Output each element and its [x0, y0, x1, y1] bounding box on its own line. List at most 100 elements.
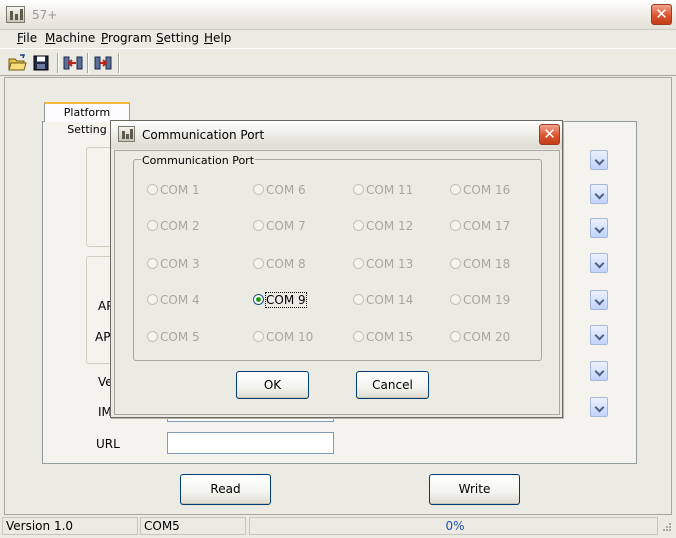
port-radio-com8[interactable]: COM 8: [253, 257, 306, 271]
dropdown-arrow-icon[interactable]: [590, 150, 608, 170]
close-window-button[interactable]: ✕: [651, 4, 672, 25]
port-radio-com12[interactable]: COM 12: [353, 219, 413, 233]
port-radio-com6[interactable]: COM 6: [253, 183, 306, 197]
dropdown-arrow-icon[interactable]: [590, 184, 608, 204]
progress-percent: 0%: [445, 519, 465, 533]
close-icon: ✕: [543, 125, 556, 143]
port-radio-com17[interactable]: COM 17: [450, 219, 510, 233]
port-radio-com16[interactable]: COM 16: [450, 183, 510, 197]
progress-status: 0%: [249, 517, 658, 535]
port-radio-com10[interactable]: COM 10: [253, 330, 313, 344]
port-radio-com5[interactable]: COM 5: [147, 330, 200, 344]
dialog-title: Communication Port: [142, 128, 265, 142]
radio-circle-icon: [147, 294, 158, 305]
radio-circle-icon: [450, 331, 461, 342]
port-radio-label: COM 3: [160, 257, 200, 271]
port-radio-label: COM 10: [266, 330, 314, 344]
ok-button[interactable]: OK: [236, 371, 309, 399]
version-status: Version 1.0: [2, 517, 138, 535]
resize-grip-icon[interactable]: [660, 522, 672, 534]
app-icon[interactable]: [6, 6, 25, 23]
menu-setting[interactable]: Setting: [156, 31, 199, 45]
radio-circle-icon: [147, 258, 158, 269]
menu-help[interactable]: Help: [204, 31, 231, 45]
port-radio-label: COM 19: [463, 293, 511, 307]
port-radio-label: COM 9: [265, 292, 307, 308]
radio-circle-icon: [353, 331, 364, 342]
port-radio-label: COM 16: [463, 183, 511, 197]
radio-circle-icon: [253, 184, 264, 195]
app-icon: [118, 126, 135, 142]
port-radio-com3[interactable]: COM 3: [147, 257, 200, 271]
dropdown-arrow-icon[interactable]: [590, 325, 608, 345]
url-field[interactable]: [167, 432, 334, 454]
port-radio-com11[interactable]: COM 11: [353, 183, 413, 197]
radio-circle-icon: [253, 258, 264, 269]
open-folder-icon[interactable]: [8, 53, 28, 73]
port-radio-com14[interactable]: COM 14: [353, 293, 413, 307]
port-radio-label: COM 11: [366, 183, 414, 197]
dropdown-arrow-icon[interactable]: [590, 397, 608, 417]
radio-circle-icon: [353, 184, 364, 195]
port-radio-com18[interactable]: COM 18: [450, 257, 510, 271]
toolbar: [0, 48, 676, 76]
port-radio-label: COM 12: [366, 219, 414, 233]
dropdown-arrow-icon[interactable]: [590, 361, 608, 381]
port-radio-com9[interactable]: COM 9: [253, 292, 307, 308]
radio-circle-icon: [353, 220, 364, 231]
port-radio-label: COM 8: [266, 257, 306, 271]
port-radio-com7[interactable]: COM 7: [253, 219, 306, 233]
tab-platform-setting[interactable]: Platform Setting: [44, 102, 130, 136]
radio-circle-icon: [450, 258, 461, 269]
port-status: COM5: [140, 517, 246, 535]
radio-circle-icon: [353, 258, 364, 269]
radio-circle-icon: [147, 220, 158, 231]
communication-port-dialog: Communication Port ✕ Communication Port …: [110, 120, 563, 418]
port-radio-label: COM 1: [160, 183, 200, 197]
cancel-button[interactable]: Cancel: [356, 371, 429, 399]
read-button[interactable]: Read: [180, 474, 271, 505]
menu-program[interactable]: Program: [101, 31, 152, 45]
menu-machine[interactable]: Machine: [45, 31, 95, 45]
port-radio-com1[interactable]: COM 1: [147, 183, 200, 197]
port-radio-com4[interactable]: COM 4: [147, 293, 200, 307]
radio-circle-icon: [450, 220, 461, 231]
port-radio-com2[interactable]: COM 2: [147, 219, 200, 233]
radio-circle-icon: [253, 220, 264, 231]
radio-circle-icon: [253, 331, 264, 342]
port-radio-label: COM 17: [463, 219, 511, 233]
port-radio-com19[interactable]: COM 19: [450, 293, 510, 307]
save-disk-icon[interactable]: [31, 53, 51, 73]
radio-circle-icon: [147, 184, 158, 195]
port-radio-label: COM 4: [160, 293, 200, 307]
port-group-label: Communication Port: [141, 154, 256, 167]
menu-bar: File Machine Program Setting Help: [0, 30, 676, 48]
port-radio-com15[interactable]: COM 15: [353, 330, 413, 344]
port-radio-label: COM 20: [463, 330, 511, 344]
read-device-icon[interactable]: [62, 53, 83, 73]
dropdown-arrow-icon[interactable]: [590, 253, 608, 273]
write-device-icon[interactable]: [93, 53, 113, 73]
port-radio-label: COM 18: [463, 257, 511, 271]
radio-circle-icon: [253, 294, 264, 305]
radio-circle-icon: [353, 294, 364, 305]
port-radio-com20[interactable]: COM 20: [450, 330, 510, 344]
menu-file[interactable]: File: [17, 31, 37, 45]
write-button[interactable]: Write: [429, 474, 520, 505]
window-title: 57+: [32, 8, 58, 22]
radio-circle-icon: [147, 331, 158, 342]
port-radio-label: COM 6: [266, 183, 306, 197]
radio-circle-icon: [450, 294, 461, 305]
title-bar: 57+ ✕: [0, 0, 676, 30]
port-radio-label: COM 7: [266, 219, 306, 233]
port-radio-label: COM 13: [366, 257, 414, 271]
url-label: URL: [96, 437, 120, 451]
radio-circle-icon: [450, 184, 461, 195]
port-radio-label: COM 15: [366, 330, 414, 344]
dropdown-arrow-icon[interactable]: [590, 218, 608, 238]
port-radio-com13[interactable]: COM 13: [353, 257, 413, 271]
imei-field[interactable]: [167, 418, 334, 422]
dialog-close-button[interactable]: ✕: [539, 124, 560, 145]
port-radio-label: COM 5: [160, 330, 200, 344]
dropdown-arrow-icon[interactable]: [590, 290, 608, 310]
